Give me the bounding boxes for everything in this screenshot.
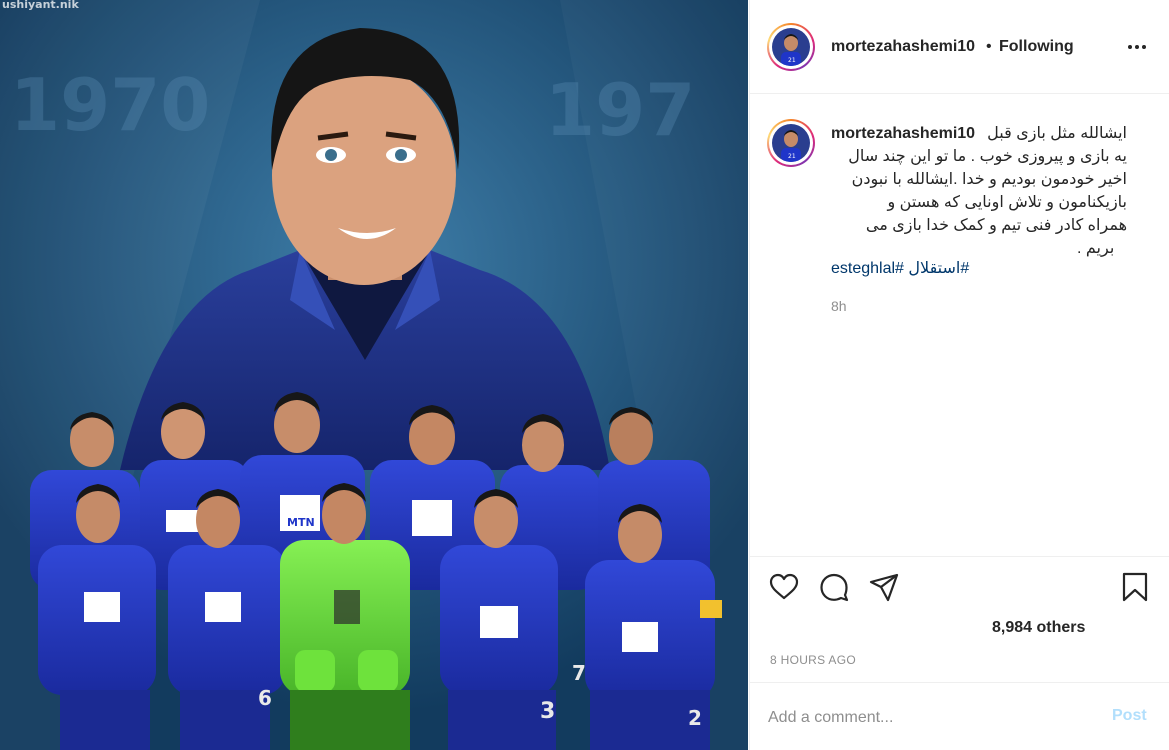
caption-author-avatar[interactable]: 21 bbox=[767, 119, 815, 167]
bookmark-icon[interactable] bbox=[1119, 571, 1151, 603]
share-icon[interactable] bbox=[868, 571, 900, 603]
profile-picture-icon: 21 bbox=[772, 28, 810, 66]
hashtag-esteghlal[interactable]: #esteghlal bbox=[831, 260, 904, 277]
add-comment-bar: Post bbox=[750, 682, 1169, 750]
separator-dot: • bbox=[986, 38, 992, 55]
post-header: 21 mortezahashemi10 • Following bbox=[750, 0, 1169, 94]
caption-username[interactable]: mortezahashemi10 bbox=[831, 122, 975, 145]
post-media[interactable]: 1970 197 MTN 6 3 7 2 ushiyant.nik bbox=[0, 0, 748, 750]
caption-line-3: اخیر خودمون بودیم و خدا .ایشالله با نبود… bbox=[851, 171, 1127, 188]
svg-text:21: 21 bbox=[788, 57, 796, 64]
following-button[interactable]: Following bbox=[999, 38, 1074, 56]
caption-line-2: یه بازی و پیروزی خوب . ما تو این چند سال bbox=[848, 148, 1127, 165]
author-username[interactable]: mortezahashemi10 bbox=[831, 38, 975, 56]
svg-text:21: 21 bbox=[788, 153, 796, 160]
hashtag-esteghlal-persian[interactable]: #استقلال bbox=[908, 260, 969, 277]
likes-count[interactable]: 8,984 others bbox=[992, 619, 1085, 637]
caption-line-1: ایشالله مثل بازی قبل bbox=[987, 125, 1127, 142]
image-watermark: ushiyant.nik bbox=[2, 0, 79, 11]
jersey-number-7: 7 bbox=[572, 661, 586, 685]
post-caption: mortezahashemi10 ایشالله مثل بازی قبل یه… bbox=[831, 122, 1127, 260]
caption-line-4: بازیکنامون و تلاش اونایی که هستن و bbox=[887, 194, 1128, 211]
caption-line-5: همراه کادر فنی تیم و کمک خدا بازی می bbox=[865, 217, 1127, 234]
post-comment-button[interactable]: Post bbox=[1112, 707, 1147, 725]
background-year-left: 1970 bbox=[10, 63, 210, 147]
heart-icon[interactable] bbox=[768, 571, 800, 603]
caption-time-ago[interactable]: 8h bbox=[831, 298, 847, 314]
more-options-icon[interactable] bbox=[1125, 35, 1149, 59]
jersey-number-3: 3 bbox=[540, 699, 555, 724]
post-date[interactable]: 8 HOURS AGO bbox=[770, 653, 856, 667]
background-year-right: 197 bbox=[545, 68, 695, 152]
comment-icon[interactable] bbox=[818, 571, 850, 603]
jersey-sponsor-label: MTN bbox=[287, 516, 315, 529]
comment-input[interactable] bbox=[768, 703, 1088, 733]
jersey-number-6: 6 bbox=[258, 686, 272, 710]
caption-line-6: بریم . bbox=[1077, 240, 1115, 257]
profile-picture-icon: 21 bbox=[772, 124, 810, 162]
caption-hashtags: #استقلال #esteghlal bbox=[831, 258, 969, 278]
team-photo-illustration: 1970 197 MTN 6 3 7 2 bbox=[0, 0, 748, 750]
post-side-panel: 21 mortezahashemi10 • Following 21 morte… bbox=[749, 0, 1169, 750]
author-avatar[interactable]: 21 bbox=[767, 23, 815, 71]
jersey-number-2: 2 bbox=[688, 706, 702, 730]
post-actions: 8,984 others 8 HOURS AGO bbox=[750, 556, 1169, 681]
